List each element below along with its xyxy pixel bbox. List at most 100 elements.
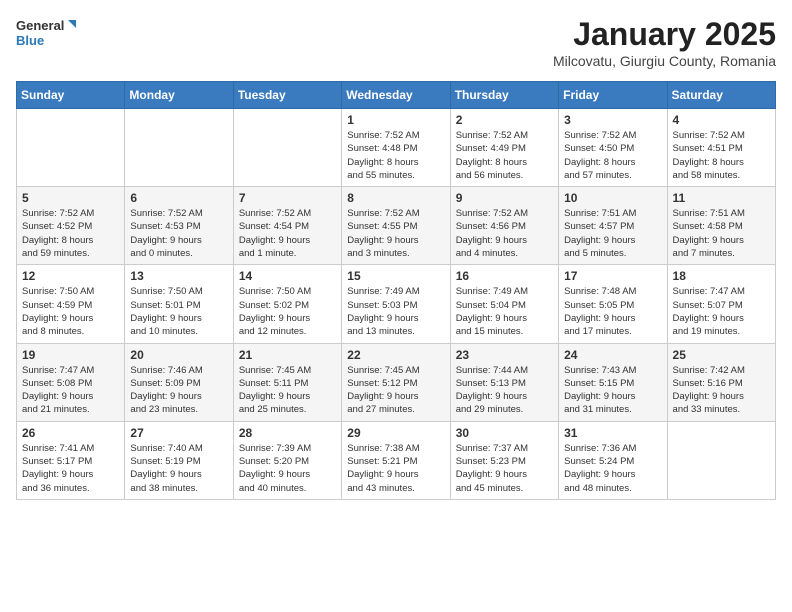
- day-info-20: Sunrise: 7:46 AM Sunset: 5:09 PM Dayligh…: [130, 364, 227, 417]
- day-10: 10 Sunrise: 7:51 AM Sunset: 4:57 PM Dayli…: [559, 187, 667, 265]
- day-info-9: Sunrise: 7:52 AM Sunset: 4:56 PM Dayligh…: [456, 207, 553, 260]
- day-8: 8 Sunrise: 7:52 AM Sunset: 4:55 PM Daylig…: [342, 187, 450, 265]
- day-21: 21 Sunrise: 7:45 AM Sunset: 5:11 PM Dayli…: [233, 343, 341, 421]
- calendar-title: January 2025: [553, 16, 776, 53]
- day-info-18: Sunrise: 7:47 AM Sunset: 5:07 PM Dayligh…: [673, 285, 770, 338]
- day-info-5: Sunrise: 7:52 AM Sunset: 4:52 PM Dayligh…: [22, 207, 119, 260]
- day-number-17: 17: [564, 269, 661, 283]
- logo: General Blue: [16, 16, 76, 52]
- day-info-2: Sunrise: 7:52 AM Sunset: 4:49 PM Dayligh…: [456, 129, 553, 182]
- day-number-4: 4: [673, 113, 770, 127]
- day-2: 2 Sunrise: 7:52 AM Sunset: 4:49 PM Daylig…: [450, 109, 558, 187]
- day-3: 3 Sunrise: 7:52 AM Sunset: 4:50 PM Daylig…: [559, 109, 667, 187]
- day-9: 9Sunrise: 7:52 AM Sunset: 4:56 PM Daylig…: [450, 187, 558, 265]
- logo-svg: General Blue: [16, 16, 76, 52]
- day-28: 28Sunrise: 7:39 AM Sunset: 5:20 PM Dayli…: [233, 421, 341, 499]
- day-number-21: 21: [239, 348, 336, 362]
- day-number-29: 29: [347, 426, 444, 440]
- svg-text:Blue: Blue: [16, 33, 44, 48]
- calendar-subtitle: Milcovatu, Giurgiu County, Romania: [553, 53, 776, 69]
- week-row-5: 26Sunrise: 7:41 AM Sunset: 5:17 PM Dayli…: [17, 421, 776, 499]
- day-number-30: 30: [456, 426, 553, 440]
- week-row-3: 12 Sunrise: 7:50 AM Sunset: 4:59 PM Dayli…: [17, 265, 776, 343]
- day-16: 16 Sunrise: 7:49 AM Sunset: 5:04 PM Dayli…: [450, 265, 558, 343]
- day-5: 5Sunrise: 7:52 AM Sunset: 4:52 PM Daylig…: [17, 187, 125, 265]
- day-27: 27Sunrise: 7:40 AM Sunset: 5:19 PM Dayli…: [125, 421, 233, 499]
- weekday-header-monday: Monday: [125, 82, 233, 109]
- day-info-17: Sunrise: 7:48 AM Sunset: 5:05 PM Dayligh…: [564, 285, 661, 338]
- day-info-24: Sunrise: 7:43 AM Sunset: 5:15 PM Dayligh…: [564, 364, 661, 417]
- day-empty: [233, 109, 341, 187]
- day-number-12: 12: [22, 269, 119, 283]
- day-info-29: Sunrise: 7:38 AM Sunset: 5:21 PM Dayligh…: [347, 442, 444, 495]
- week-row-4: 19 Sunrise: 7:47 AM Sunset: 5:08 PM Dayli…: [17, 343, 776, 421]
- day-info-14: Sunrise: 7:50 AM Sunset: 5:02 PM Dayligh…: [239, 285, 336, 338]
- day-23: 23 Sunrise: 7:44 AM Sunset: 5:13 PM Dayli…: [450, 343, 558, 421]
- day-empty: [667, 421, 775, 499]
- weekday-header-wednesday: Wednesday: [342, 82, 450, 109]
- day-info-23: Sunrise: 7:44 AM Sunset: 5:13 PM Dayligh…: [456, 364, 553, 417]
- day-info-7: Sunrise: 7:52 AM Sunset: 4:54 PM Dayligh…: [239, 207, 336, 260]
- day-info-6: Sunrise: 7:52 AM Sunset: 4:53 PM Dayligh…: [130, 207, 227, 260]
- day-number-11: 11: [673, 191, 770, 205]
- day-info-19: Sunrise: 7:47 AM Sunset: 5:08 PM Dayligh…: [22, 364, 119, 417]
- day-info-22: Sunrise: 7:45 AM Sunset: 5:12 PM Dayligh…: [347, 364, 444, 417]
- day-number-3: 3: [564, 113, 661, 127]
- day-number-26: 26: [22, 426, 119, 440]
- day-number-1: 1: [347, 113, 444, 127]
- day-info-1: Sunrise: 7:52 AM Sunset: 4:48 PM Dayligh…: [347, 129, 444, 182]
- day-number-28: 28: [239, 426, 336, 440]
- day-empty: [125, 109, 233, 187]
- day-info-4: Sunrise: 7:52 AM Sunset: 4:51 PM Dayligh…: [673, 129, 770, 182]
- day-29: 29 Sunrise: 7:38 AM Sunset: 5:21 PM Dayli…: [342, 421, 450, 499]
- day-info-16: Sunrise: 7:49 AM Sunset: 5:04 PM Dayligh…: [456, 285, 553, 338]
- weekday-header-saturday: Saturday: [667, 82, 775, 109]
- day-number-15: 15: [347, 269, 444, 283]
- day-12: 12 Sunrise: 7:50 AM Sunset: 4:59 PM Dayli…: [17, 265, 125, 343]
- day-info-15: Sunrise: 7:49 AM Sunset: 5:03 PM Dayligh…: [347, 285, 444, 338]
- weekday-header-tuesday: Tuesday: [233, 82, 341, 109]
- day-number-22: 22: [347, 348, 444, 362]
- day-number-18: 18: [673, 269, 770, 283]
- day-number-7: 7: [239, 191, 336, 205]
- weekday-header-thursday: Thursday: [450, 82, 558, 109]
- day-number-2: 2: [456, 113, 553, 127]
- day-number-25: 25: [673, 348, 770, 362]
- day-number-23: 23: [456, 348, 553, 362]
- day-1: 1 Sunrise: 7:52 AM Sunset: 4:48 PM Daylig…: [342, 109, 450, 187]
- day-15: 15 Sunrise: 7:49 AM Sunset: 5:03 PM Dayli…: [342, 265, 450, 343]
- day-20: 20 Sunrise: 7:46 AM Sunset: 5:09 PM Dayli…: [125, 343, 233, 421]
- day-info-12: Sunrise: 7:50 AM Sunset: 4:59 PM Dayligh…: [22, 285, 119, 338]
- day-info-21: Sunrise: 7:45 AM Sunset: 5:11 PM Dayligh…: [239, 364, 336, 417]
- day-number-19: 19: [22, 348, 119, 362]
- day-7: 7 Sunrise: 7:52 AM Sunset: 4:54 PM Daylig…: [233, 187, 341, 265]
- day-17: 17 Sunrise: 7:48 AM Sunset: 5:05 PM Dayli…: [559, 265, 667, 343]
- day-number-20: 20: [130, 348, 227, 362]
- day-info-3: Sunrise: 7:52 AM Sunset: 4:50 PM Dayligh…: [564, 129, 661, 182]
- day-19: 19 Sunrise: 7:47 AM Sunset: 5:08 PM Dayli…: [17, 343, 125, 421]
- day-number-16: 16: [456, 269, 553, 283]
- day-number-8: 8: [347, 191, 444, 205]
- day-empty: [17, 109, 125, 187]
- page-header: General Blue January 2025 Milcovatu, Giu…: [16, 16, 776, 69]
- day-13: 13Sunrise: 7:50 AM Sunset: 5:01 PM Dayli…: [125, 265, 233, 343]
- day-number-14: 14: [239, 269, 336, 283]
- weekday-header-sunday: Sunday: [17, 82, 125, 109]
- calendar-table: SundayMondayTuesdayWednesdayThursdayFrid…: [16, 81, 776, 500]
- day-25: 25 Sunrise: 7:42 AM Sunset: 5:16 PM Dayli…: [667, 343, 775, 421]
- day-number-13: 13: [130, 269, 227, 283]
- day-number-27: 27: [130, 426, 227, 440]
- weekday-header-friday: Friday: [559, 82, 667, 109]
- day-number-10: 10: [564, 191, 661, 205]
- day-info-30: Sunrise: 7:37 AM Sunset: 5:23 PM Dayligh…: [456, 442, 553, 495]
- day-info-10: Sunrise: 7:51 AM Sunset: 4:57 PM Dayligh…: [564, 207, 661, 260]
- day-26: 26Sunrise: 7:41 AM Sunset: 5:17 PM Dayli…: [17, 421, 125, 499]
- day-number-6: 6: [130, 191, 227, 205]
- day-info-11: Sunrise: 7:51 AM Sunset: 4:58 PM Dayligh…: [673, 207, 770, 260]
- day-info-8: Sunrise: 7:52 AM Sunset: 4:55 PM Dayligh…: [347, 207, 444, 260]
- weekday-header-row: SundayMondayTuesdayWednesdayThursdayFrid…: [17, 82, 776, 109]
- day-info-25: Sunrise: 7:42 AM Sunset: 5:16 PM Dayligh…: [673, 364, 770, 417]
- svg-text:General: General: [16, 18, 64, 33]
- day-info-31: Sunrise: 7:36 AM Sunset: 5:24 PM Dayligh…: [564, 442, 661, 495]
- title-block: January 2025 Milcovatu, Giurgiu County, …: [553, 16, 776, 69]
